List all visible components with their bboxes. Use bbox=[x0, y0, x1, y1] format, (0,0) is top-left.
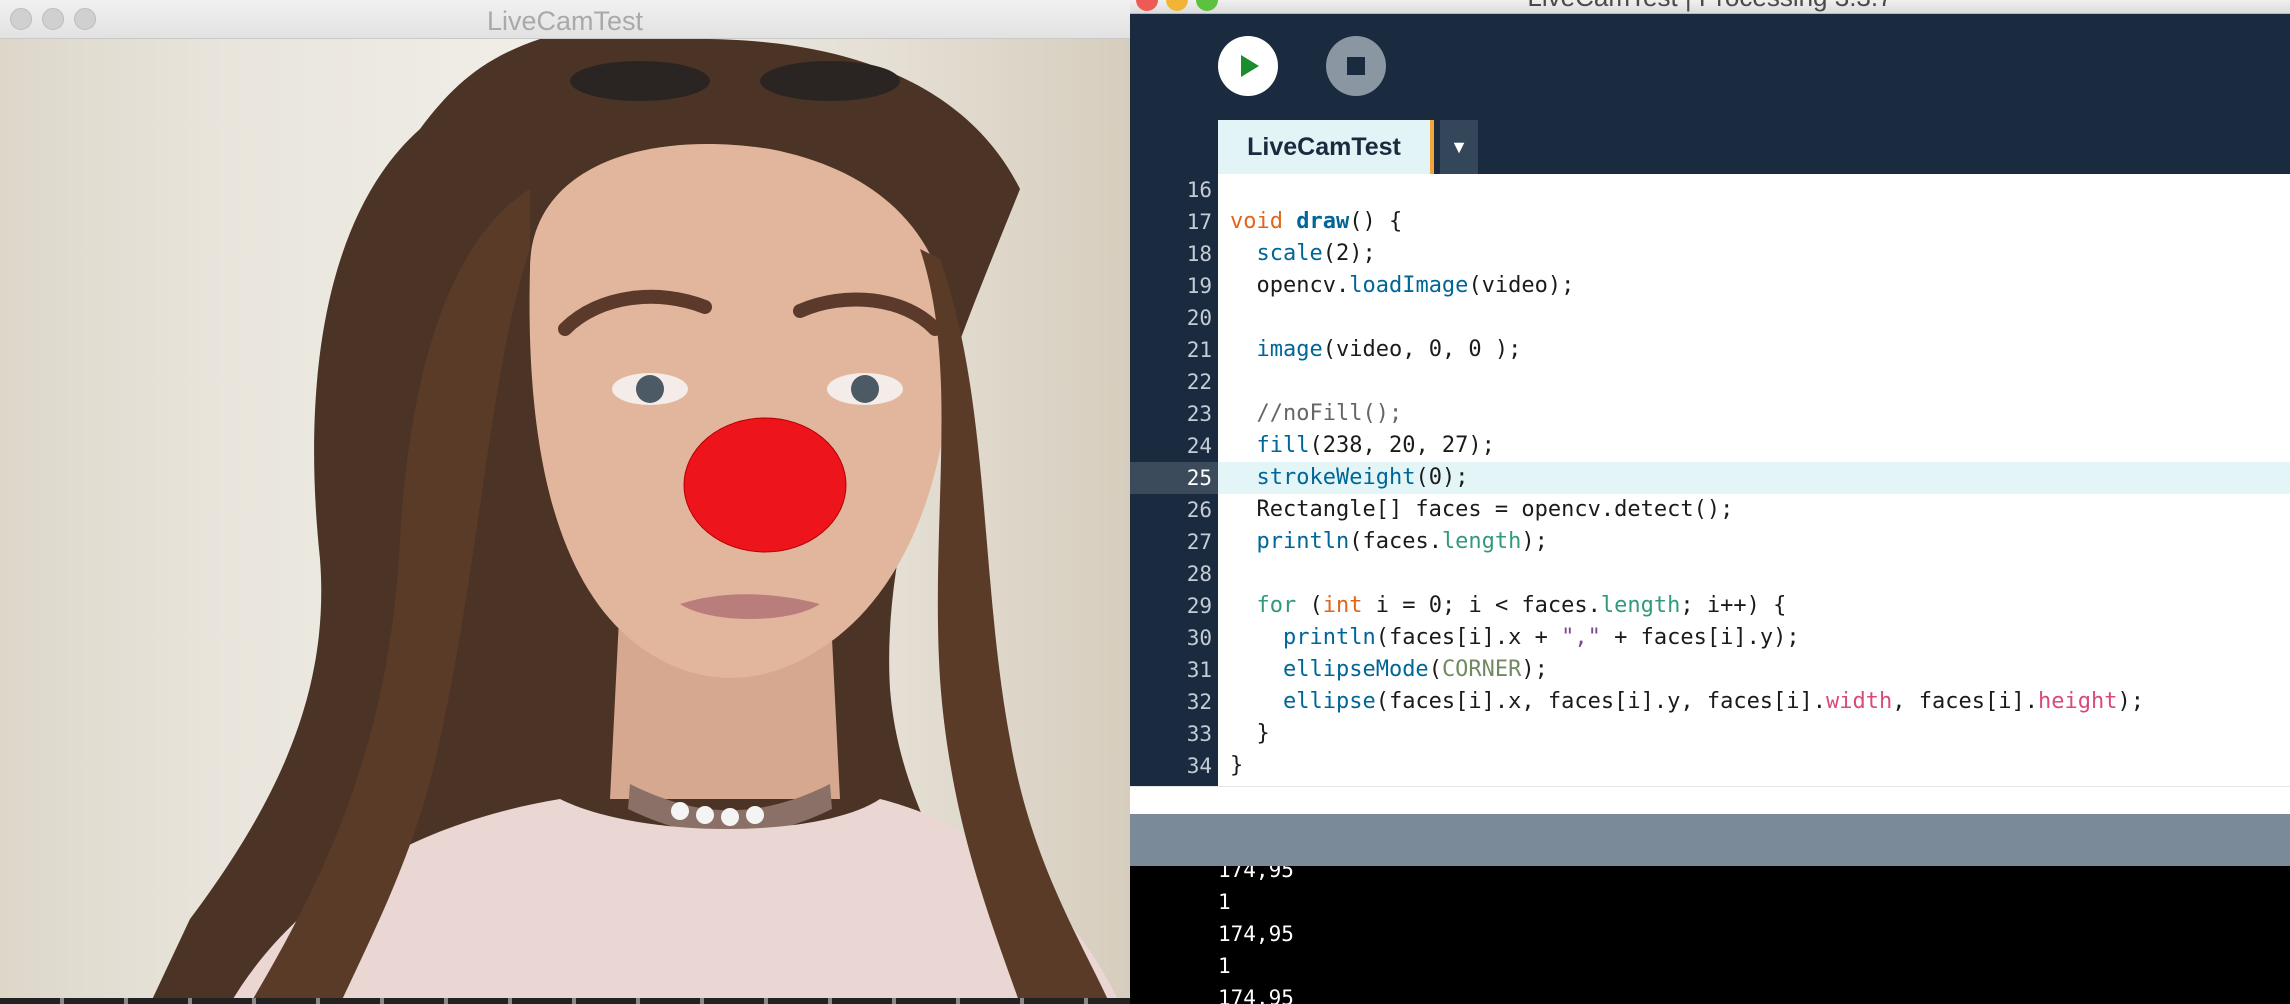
ide-toolbar bbox=[1130, 14, 2290, 118]
console-output: 174,95 1 174,95 1 174,95 bbox=[1130, 866, 2290, 1004]
code-text: void draw() { bbox=[1230, 209, 1403, 234]
line-number: 21 bbox=[1186, 338, 1212, 362]
line-number: 34 bbox=[1186, 754, 1212, 778]
code-line[interactable]: 33 } bbox=[1130, 718, 2290, 750]
line-number: 17 bbox=[1186, 210, 1212, 234]
code-text: opencv.loadImage(video); bbox=[1230, 273, 1575, 298]
editor-footer bbox=[1130, 786, 2290, 815]
stop-icon bbox=[1347, 57, 1365, 75]
ide-window: LiveCamTest | Processing 3.3.7 LiveCamTe… bbox=[1130, 0, 2290, 1004]
detected-face-ellipse bbox=[683, 417, 847, 553]
line-number: 25 bbox=[1186, 466, 1212, 490]
code-line[interactable]: 26 Rectangle[] faces = opencv.detect(); bbox=[1130, 494, 2290, 526]
code-line[interactable]: 27 println(faces.length); bbox=[1130, 526, 2290, 558]
tab-livecamtest[interactable]: LiveCamTest bbox=[1218, 120, 1434, 174]
line-number: 18 bbox=[1186, 242, 1212, 266]
line-number: 32 bbox=[1186, 690, 1212, 714]
code-line[interactable]: 17 void draw() { bbox=[1130, 206, 2290, 238]
sketch-titlebar: LiveCamTest bbox=[0, 0, 1130, 39]
code-line[interactable]: 16 bbox=[1130, 174, 2290, 206]
code-text: for (int i = 0; i < faces.length; i++) { bbox=[1256, 593, 1787, 618]
line-number: 20 bbox=[1186, 306, 1212, 330]
code-line[interactable]: 31 ellipseMode(CORNER); bbox=[1130, 654, 2290, 686]
sketch-window-title: LiveCamTest bbox=[486, 6, 644, 36]
code-text: } bbox=[1230, 721, 1270, 746]
line-number: 26 bbox=[1186, 498, 1212, 522]
console-line: 174,95 bbox=[1218, 986, 1294, 1004]
code-line[interactable]: 21 image(video, 0, 0 ); bbox=[1130, 334, 2290, 366]
console-line: 1 bbox=[1218, 954, 1231, 978]
code-text: //noFill(); bbox=[1256, 401, 1403, 426]
code-line[interactable]: 24 fill(238, 20, 27); bbox=[1130, 430, 2290, 462]
status-bar bbox=[1130, 814, 2290, 866]
stop-button[interactable] bbox=[1326, 36, 1386, 96]
line-number: 27 bbox=[1186, 530, 1212, 554]
line-number: 24 bbox=[1186, 434, 1212, 458]
code-text: fill(238, 20, 27); bbox=[1256, 433, 1495, 458]
editor-tabbar: LiveCamTest ▼ bbox=[1130, 118, 2290, 174]
code-line[interactable]: 29 for (int i = 0; i < faces.length; i++… bbox=[1130, 590, 2290, 622]
console-line: 174,95 bbox=[1218, 866, 1294, 882]
webcam-video-frame bbox=[150, 39, 1120, 1004]
line-number: 23 bbox=[1186, 402, 1212, 426]
code-text: ellipseMode(CORNER); bbox=[1282, 657, 1548, 682]
ide-window-title: LiveCamTest | Processing 3.3.7 bbox=[1130, 0, 2290, 13]
code-line[interactable]: 28 bbox=[1130, 558, 2290, 590]
code-text: Rectangle[] faces = opencv.detect(); bbox=[1230, 497, 1734, 522]
line-number: 19 bbox=[1186, 274, 1212, 298]
code-text: ellipse(faces[i].x, faces[i].y, faces[i]… bbox=[1282, 689, 2144, 714]
dropdown-arrow-icon: ▼ bbox=[1450, 136, 1468, 157]
code-line[interactable]: 19 opencv.loadImage(video); bbox=[1130, 270, 2290, 302]
ide-titlebar: LiveCamTest | Processing 3.3.7 bbox=[1130, 0, 2290, 14]
code-line[interactable]: 22 bbox=[1130, 366, 2290, 398]
code-line[interactable]: 34} bbox=[1130, 750, 2290, 782]
console-line: 174,95 bbox=[1218, 922, 1294, 946]
play-icon bbox=[1241, 55, 1259, 77]
run-button[interactable] bbox=[1218, 36, 1278, 96]
sketch-window: LiveCamTest bbox=[0, 0, 1130, 1004]
code-text: println(faces[i].x + "," + faces[i].y); bbox=[1282, 625, 1800, 650]
console-line: 1 bbox=[1218, 890, 1231, 914]
line-number: 22 bbox=[1186, 370, 1212, 394]
code-line[interactable]: 30 println(faces[i].x + "," + faces[i].y… bbox=[1130, 622, 2290, 654]
sketch-dock-strip bbox=[0, 998, 1130, 1004]
line-number: 31 bbox=[1186, 658, 1212, 682]
line-number: 28 bbox=[1186, 562, 1212, 586]
code-line[interactable]: 23 //noFill(); bbox=[1130, 398, 2290, 430]
code-text: println(faces.length); bbox=[1256, 529, 1548, 554]
code-text: scale(2); bbox=[1256, 241, 1376, 266]
code-text: image(video, 0, 0 ); bbox=[1256, 337, 1522, 362]
line-number: 30 bbox=[1186, 626, 1212, 650]
code-line[interactable]: 20 bbox=[1130, 302, 2290, 334]
code-text: } bbox=[1230, 753, 1244, 778]
code-line[interactable]: 25 strokeWeight(0); bbox=[1130, 462, 2290, 494]
code-line[interactable]: 32 ellipse(faces[i].x, faces[i].y, faces… bbox=[1130, 686, 2290, 718]
line-number: 33 bbox=[1186, 722, 1212, 746]
code-text: strokeWeight(0); bbox=[1256, 465, 1469, 490]
line-number: 16 bbox=[1186, 178, 1212, 202]
sketch-canvas bbox=[0, 39, 1130, 1004]
tab-menu-button[interactable]: ▼ bbox=[1440, 120, 1478, 174]
code-line[interactable]: 18 scale(2); bbox=[1130, 238, 2290, 270]
code-editor[interactable]: 16 17 void draw() {18 scale(2); 19 opencv.l… bbox=[1130, 174, 2290, 786]
line-number: 29 bbox=[1186, 594, 1212, 618]
